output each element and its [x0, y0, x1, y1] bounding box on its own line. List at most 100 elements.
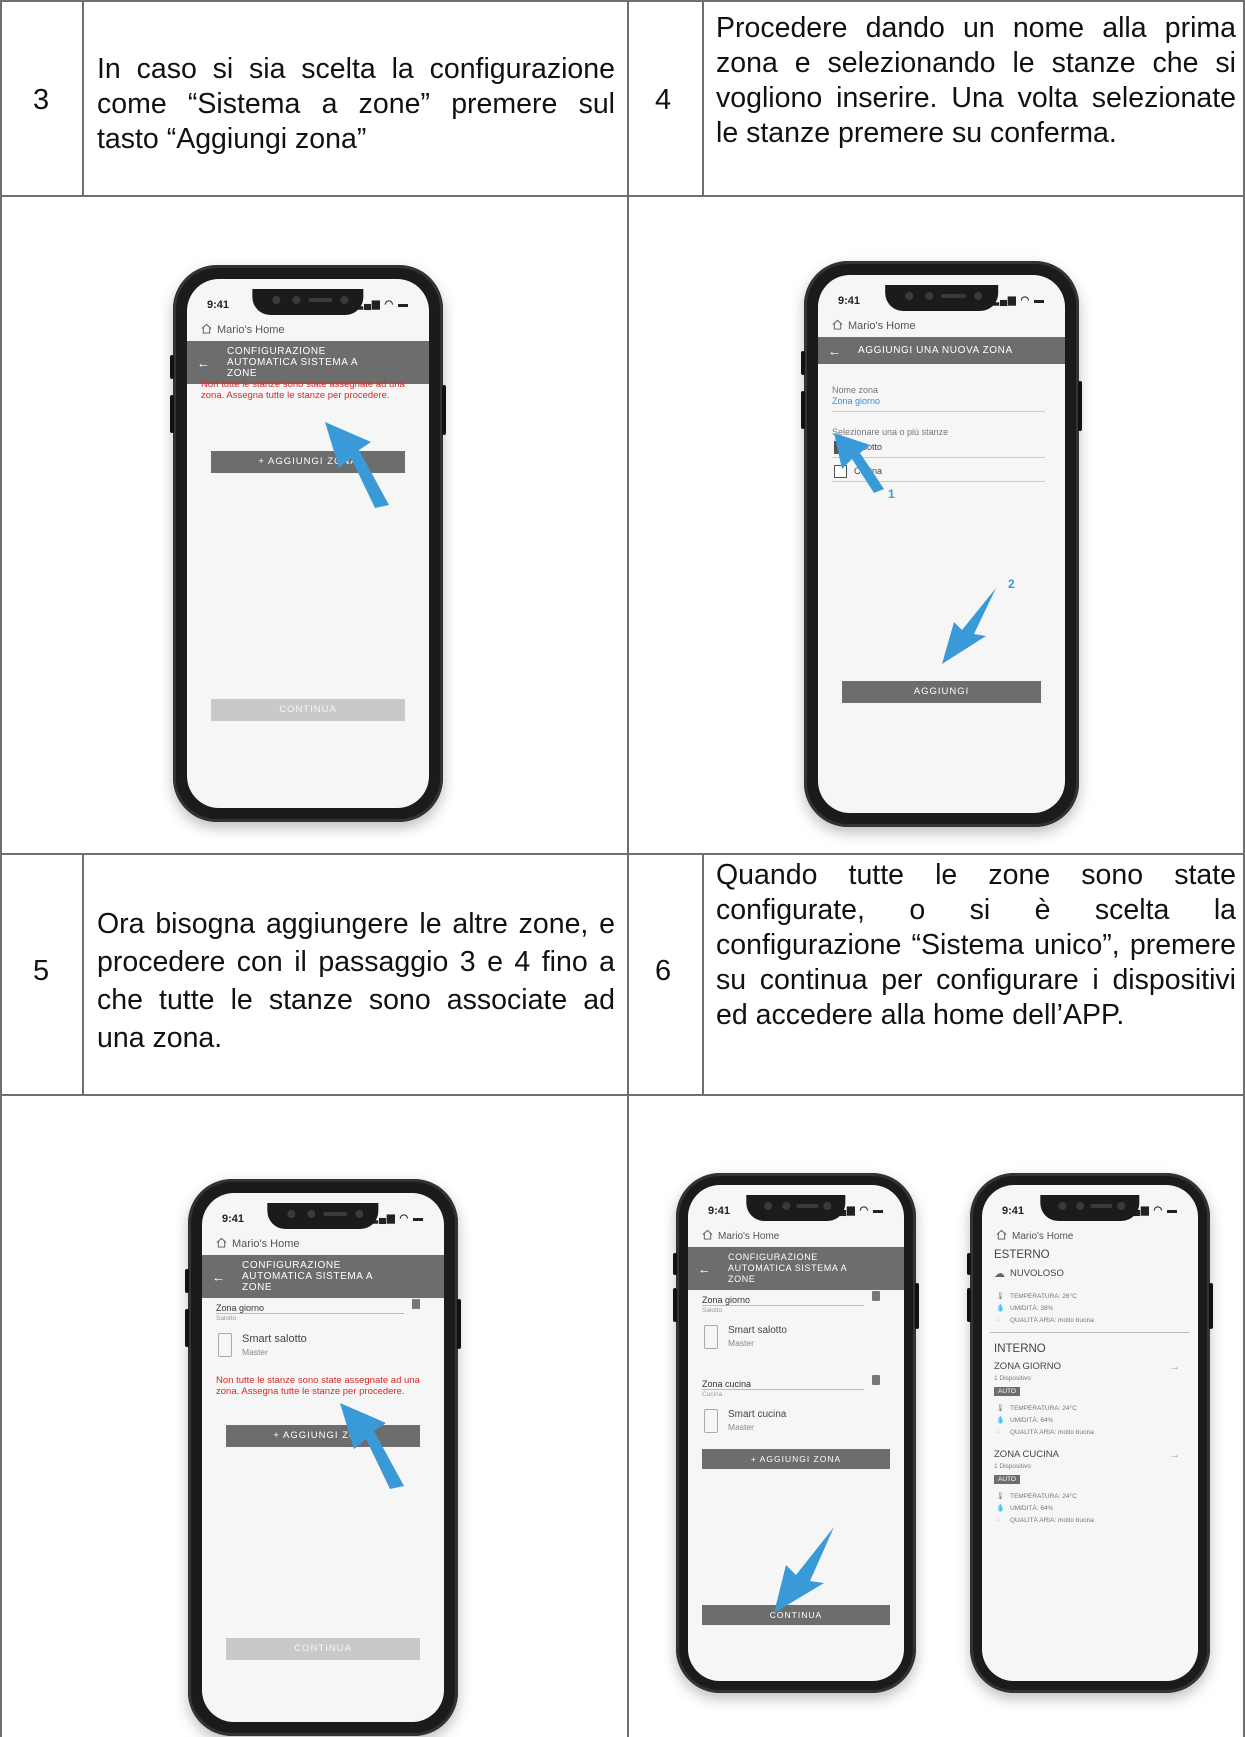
humidity-icon: 💧 [996, 1417, 1005, 1424]
home-name: Mario's Home [718, 1231, 780, 1242]
zone-name[interactable]: ZONA CUCINA [994, 1449, 1059, 1460]
zone-device-count: 1 Dispositivo [994, 1463, 1031, 1470]
step-marker: 2 [1008, 577, 1015, 591]
table-border-left [0, 0, 2, 1737]
trash-icon[interactable] [872, 1375, 880, 1385]
zone-title: Zona cucina [702, 1379, 752, 1389]
zone-title: Zona giorno [216, 1303, 265, 1313]
zone-air-quality: QUALITÀ ARIA: molto buona [1010, 1429, 1094, 1436]
air-quality-icon: ◌ [996, 1316, 1001, 1323]
home-name: Mario's Home [1012, 1231, 1074, 1242]
phone-side-button [457, 1299, 461, 1349]
device-role: Master [728, 1338, 754, 1348]
step-text: In caso si sia scelta la configurazione … [97, 53, 615, 155]
phone-mockup-step6-dashboard: 9:41 ▂▄▆ ◠ ▬ Mario's Home ESTERNO ☁ NUVO… [967, 1173, 1213, 1693]
continue-button[interactable]: CONTINUA [211, 699, 405, 721]
screen-header: ← CONFIGURAZIONE AUTOMATICA SISTEMA A ZO… [187, 341, 429, 384]
step-number: 3 [33, 84, 50, 116]
cloud-icon: ☁ [994, 1268, 1005, 1280]
home-icon [201, 323, 212, 334]
home-selector[interactable]: Mario's Home [201, 323, 285, 336]
thermometer-icon: 🌡 [996, 1493, 1005, 1500]
zone-name-label: Nome zona [832, 385, 879, 395]
phone-side-button [967, 1253, 971, 1275]
phone-mockup-step4: 9:41 ▂▄▆ ◠ ▬ Mario's Home ← AGGIUNGI UNA… [801, 261, 1082, 827]
header-title: CONFIGURAZIONE AUTOMATICA SISTEMA A ZONE [227, 346, 358, 379]
trash-icon[interactable] [412, 1299, 420, 1309]
add-button[interactable]: AGGIUNGI [842, 681, 1041, 703]
phone-side-button [185, 1309, 189, 1347]
step-text: Procedere dando un nome alla prima zona … [716, 12, 1236, 149]
arrow-right-icon[interactable]: → [1169, 1361, 1180, 1373]
phone-side-button [801, 351, 805, 375]
home-icon [832, 319, 843, 330]
zone-name[interactable]: ZONA GIORNO [994, 1361, 1061, 1372]
header-title: CONFIGURAZIONE AUTOMATICA SISTEMA A ZONE [728, 1252, 847, 1284]
zone-air-quality: QUALITÀ ARIA: molto buona [1010, 1517, 1094, 1524]
phone-notch [252, 289, 364, 315]
indoor-title: INTERNO [994, 1343, 1046, 1355]
table-row-line-3 [0, 1094, 1245, 1096]
blue-pointer-arrow-icon [834, 433, 884, 493]
phone-mockup-step3: 9:41 ▂▄▆ ◠ ▬ Mario's Home ← CONFIGURAZIO… [170, 265, 446, 822]
phone-side-button [1209, 1283, 1213, 1329]
continue-button[interactable]: CONTINUA [226, 1638, 420, 1660]
blue-pointer-arrow-icon [340, 1403, 404, 1489]
header-title: AGGIUNGI UNA NUOVA ZONA [858, 345, 1013, 356]
home-selector[interactable]: Mario's Home [996, 1229, 1073, 1242]
screen-header: ← AGGIUNGI UNA NUOVA ZONA [818, 337, 1065, 364]
signal-wifi-battery-icon: ▂▄▆ ◠ ▬ [355, 299, 409, 310]
phone-screen: 9:41 ▂▄▆ ◠ ▬ Mario's Home ← AGGIUNGI UNA… [818, 275, 1065, 813]
home-name: Mario's Home [217, 324, 285, 336]
status-time: 9:41 [838, 295, 861, 307]
phone-side-button [170, 395, 174, 433]
warning-message: Non tutte le stanze sono state assegnate… [201, 379, 405, 401]
zone-room: Cucina [702, 1391, 723, 1398]
phone-side-button [673, 1288, 677, 1322]
screen-header: ← CONFIGURAZIONE AUTOMATICA SISTEMA A ZO… [688, 1247, 904, 1290]
trash-icon[interactable] [872, 1291, 880, 1301]
outdoor-title: ESTERNO [994, 1249, 1050, 1261]
zone-room: Salotto [702, 1307, 723, 1314]
phone-notch [267, 1203, 379, 1229]
back-arrow-icon[interactable]: ← [212, 1269, 226, 1284]
zone-humidity: UMIDITÀ: 64% [1010, 1505, 1054, 1512]
zone-divider [702, 1305, 864, 1306]
mode-badge: AUTO [994, 1475, 1020, 1484]
step-number: 4 [655, 84, 672, 116]
device-name: Smart salotto [242, 1333, 307, 1345]
blue-pointer-arrow-icon [774, 1527, 834, 1613]
add-zone-button[interactable]: + AGGIUNGI ZONA [702, 1449, 890, 1469]
phone-screen: 9:41 ▂▄▆ ◠ ▬ Mario's Home ← CONFIGURAZIO… [187, 279, 429, 808]
thermometer-icon: 🌡 [996, 1293, 1005, 1300]
table-num-col-line-d [702, 853, 704, 1094]
home-selector[interactable]: Mario's Home [702, 1229, 779, 1242]
device-icon [704, 1409, 718, 1433]
blue-pointer-arrow-icon [325, 422, 389, 508]
home-name: Mario's Home [848, 320, 916, 332]
zone-temperature: TEMPERATURA: 24°C [1010, 1405, 1077, 1412]
humidity-icon: 💧 [996, 1505, 1005, 1512]
phone-side-button [442, 385, 446, 435]
device-icon [704, 1325, 718, 1349]
arrow-right-icon[interactable]: → [1169, 1449, 1180, 1461]
table-num-col-line-c [82, 853, 84, 1094]
back-arrow-icon[interactable]: ← [698, 1261, 712, 1276]
home-selector[interactable]: Mario's Home [216, 1237, 300, 1250]
zone-name-field[interactable]: Nome zona Zona giorno [832, 385, 1045, 412]
phone-side-button [801, 391, 805, 429]
status-time: 9:41 [1002, 1205, 1025, 1217]
status-time: 9:41 [708, 1205, 731, 1217]
zone-divider [216, 1313, 404, 1314]
zone-device-count: 1 Dispositivo [994, 1375, 1031, 1382]
table-num-col-line-a [82, 0, 84, 195]
home-selector[interactable]: Mario's Home [832, 319, 916, 332]
phone-side-button [673, 1253, 677, 1275]
device-name: Smart salotto [728, 1325, 787, 1336]
back-arrow-icon[interactable]: ← [197, 355, 211, 370]
phone-notch [884, 285, 999, 311]
outdoor-humidity: UMIDITÀ: 38% [1010, 1305, 1054, 1312]
phone-screen: 9:41 ▂▄▆ ◠ ▬ Mario's Home ESTERNO ☁ NUVO… [982, 1185, 1198, 1681]
phone-notch [746, 1195, 846, 1221]
back-arrow-icon[interactable]: ← [828, 343, 842, 358]
